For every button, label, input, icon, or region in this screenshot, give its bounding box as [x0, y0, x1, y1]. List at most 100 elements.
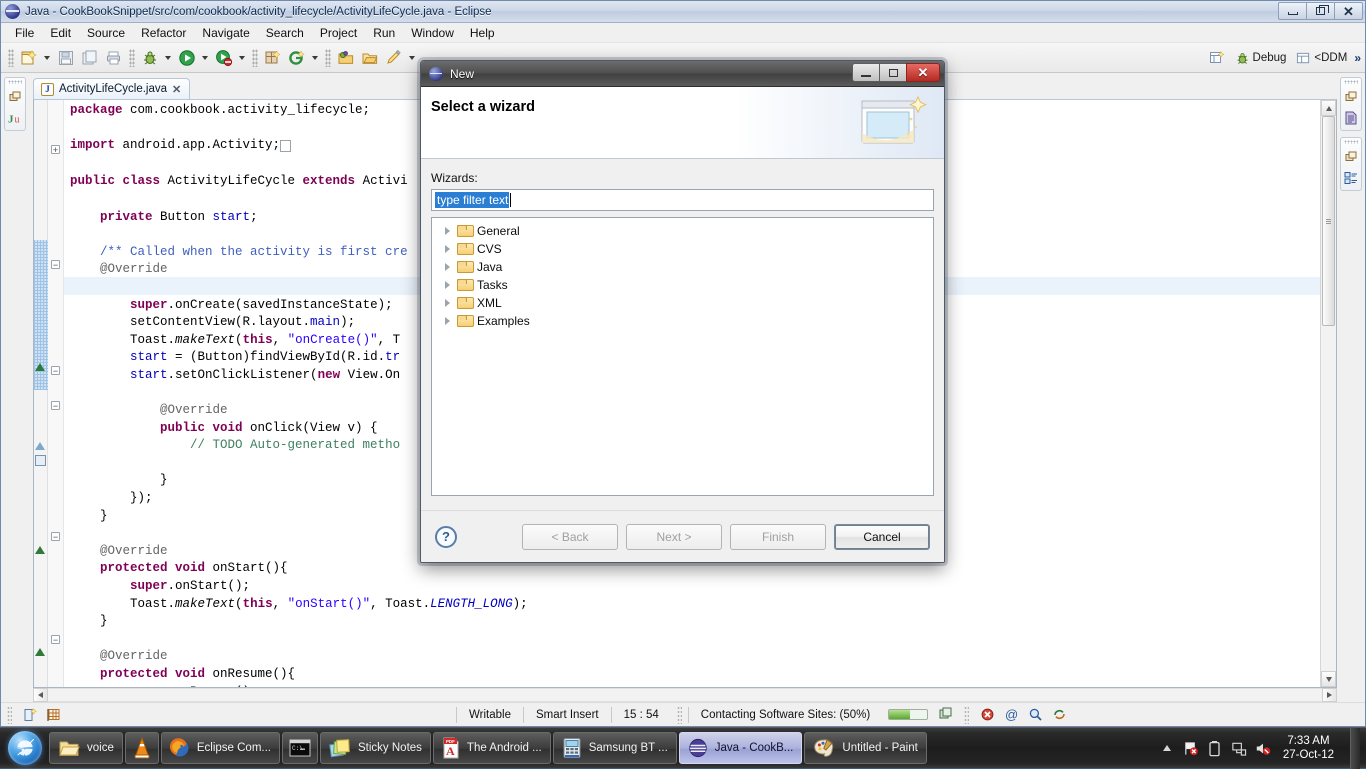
menu-run[interactable]: Run	[365, 24, 403, 42]
start-button[interactable]	[2, 729, 48, 767]
scroll-down-button[interactable]	[1321, 671, 1336, 687]
annotation-ruler[interactable]	[34, 100, 48, 687]
menu-project[interactable]: Project	[312, 24, 365, 42]
cancel-button[interactable]: Cancel	[834, 523, 930, 550]
taskbar-item-voice[interactable]: voice	[49, 732, 123, 764]
toolbar-grip[interactable]	[129, 48, 135, 67]
perspective-ddms[interactable]: <DDM	[1293, 50, 1350, 67]
table-icon[interactable]	[43, 704, 65, 726]
close-icon[interactable]: ✕	[172, 83, 181, 96]
taskbar-item-eclipse[interactable]: Java - CookB...	[678, 732, 803, 764]
fold-collapse-3[interactable]: −	[51, 401, 60, 410]
vscroll-track[interactable]	[1321, 116, 1336, 671]
toolbar-grip[interactable]	[8, 48, 14, 67]
new-wizard-dropdown-arrow[interactable]	[41, 47, 52, 69]
save-icon[interactable]	[55, 47, 77, 69]
toolbar-grip[interactable]	[252, 48, 258, 67]
back-button[interactable]: < Back	[522, 523, 618, 550]
dialog-maximize-button[interactable]	[879, 63, 907, 82]
save-all-icon[interactable]	[79, 47, 101, 69]
menu-help[interactable]: Help	[462, 24, 503, 42]
open-type-icon[interactable]	[335, 47, 357, 69]
tree-item-general[interactable]: General	[440, 222, 933, 240]
more-perspectives-chevron[interactable]: »	[1354, 51, 1361, 65]
taskbar-item-vlc[interactable]	[124, 732, 159, 764]
taskbar-item-sticky-notes[interactable]: Sticky Notes	[320, 732, 431, 764]
network-error-icon[interactable]	[1231, 740, 1247, 756]
scroll-left-button[interactable]	[33, 688, 48, 702]
trim-grip[interactable]	[1344, 80, 1358, 84]
finish-button[interactable]: Finish	[730, 523, 826, 550]
tree-item-java[interactable]: Java	[440, 258, 933, 276]
debug-icon[interactable]	[139, 47, 161, 69]
open-task-icon[interactable]	[359, 47, 381, 69]
fold-expand-import[interactable]: +	[51, 145, 60, 154]
show-hidden-icons-arrow[interactable]	[1159, 740, 1175, 756]
at-icon[interactable]: @	[1000, 704, 1022, 726]
wizard-filter-input[interactable]: type filter text	[431, 189, 934, 211]
restore-view-icon[interactable]	[1343, 149, 1359, 165]
tree-item-examples[interactable]: Examples	[440, 312, 933, 330]
chevron-right-icon[interactable]	[442, 298, 452, 308]
junit-icon[interactable]: J u	[7, 110, 23, 126]
close-button[interactable]: ✕	[1334, 2, 1363, 20]
taskbar-item-paint[interactable]: Untitled - Paint	[804, 732, 927, 764]
folding-ruler[interactable]: + − − − − −	[48, 100, 64, 687]
external-tools-dropdown-arrow[interactable]	[236, 47, 247, 69]
run-icon[interactable]	[176, 47, 198, 69]
battery-icon[interactable]	[1207, 740, 1223, 756]
menu-edit[interactable]: Edit	[42, 24, 79, 42]
minimize-button[interactable]	[1278, 2, 1307, 20]
volume-muted-icon[interactable]	[1255, 740, 1271, 756]
menu-source[interactable]: Source	[79, 24, 133, 42]
restore-button[interactable]	[1306, 2, 1335, 20]
menu-window[interactable]: Window	[403, 24, 462, 42]
hscroll-track[interactable]	[48, 688, 1322, 702]
next-button[interactable]: Next >	[626, 523, 722, 550]
properties-list-icon[interactable]	[1343, 170, 1359, 186]
search-icon[interactable]	[1024, 704, 1046, 726]
scroll-right-button[interactable]	[1322, 688, 1337, 702]
trim-grip[interactable]	[8, 80, 22, 84]
taskbar-item-command-prompt[interactable]: C:\	[282, 732, 318, 764]
fold-collapse-1[interactable]: −	[51, 260, 60, 269]
tree-item-cvs[interactable]: CVS	[440, 240, 933, 258]
new-java-package-icon[interactable]	[262, 47, 284, 69]
menu-refactor[interactable]: Refactor	[133, 24, 194, 42]
chevron-right-icon[interactable]	[442, 280, 452, 290]
editor-vertical-scrollbar[interactable]	[1320, 100, 1336, 687]
menu-file[interactable]: File	[7, 24, 42, 42]
annotation-dropdown-arrow[interactable]	[406, 47, 417, 69]
chevron-right-icon[interactable]	[442, 262, 452, 272]
scroll-up-button[interactable]	[1321, 100, 1336, 116]
tree-item-tasks[interactable]: Tasks	[440, 276, 933, 294]
outline-document-icon[interactable]	[1343, 110, 1359, 126]
open-perspective-icon[interactable]	[1206, 49, 1228, 67]
chevron-right-icon[interactable]	[442, 316, 452, 326]
menu-search[interactable]: Search	[258, 24, 312, 42]
run-dropdown-arrow[interactable]	[199, 47, 210, 69]
status-grip[interactable]	[7, 705, 12, 724]
taskbar-clock[interactable]: 7:33 AM 27-Oct-12	[1279, 734, 1342, 762]
wizard-tree[interactable]: General CVS Java Tasks XML Examples	[431, 217, 934, 496]
dialog-close-button[interactable]: ✕	[906, 63, 940, 82]
progress-details-icon[interactable]	[935, 704, 957, 726]
toolbar-grip[interactable]	[325, 48, 331, 67]
fold-collapse-4[interactable]: −	[51, 532, 60, 541]
restore-view-icon[interactable]	[7, 89, 23, 105]
restore-view-icon[interactable]	[1343, 89, 1359, 105]
status-grip[interactable]	[964, 705, 970, 724]
fold-collapse-2[interactable]: −	[51, 366, 60, 375]
editor-horizontal-scrollbar[interactable]	[33, 688, 1337, 702]
taskbar-item-samsung-bt[interactable]: Samsung BT ...	[552, 732, 677, 764]
tree-item-xml[interactable]: XML	[440, 294, 933, 312]
editor-tab-activitylifecycle[interactable]: J ActivityLifeCycle.java ✕	[33, 78, 191, 99]
sync-icon[interactable]	[1048, 704, 1070, 726]
chevron-right-icon[interactable]	[442, 226, 452, 236]
run-external-tools-icon[interactable]	[213, 47, 235, 69]
annotation-icon[interactable]	[383, 47, 405, 69]
debug-dropdown-arrow[interactable]	[162, 47, 173, 69]
vscroll-thumb[interactable]	[1322, 116, 1335, 326]
error-icon[interactable]	[976, 704, 998, 726]
taskbar-item-firefox[interactable]: Eclipse Com...	[160, 732, 280, 764]
